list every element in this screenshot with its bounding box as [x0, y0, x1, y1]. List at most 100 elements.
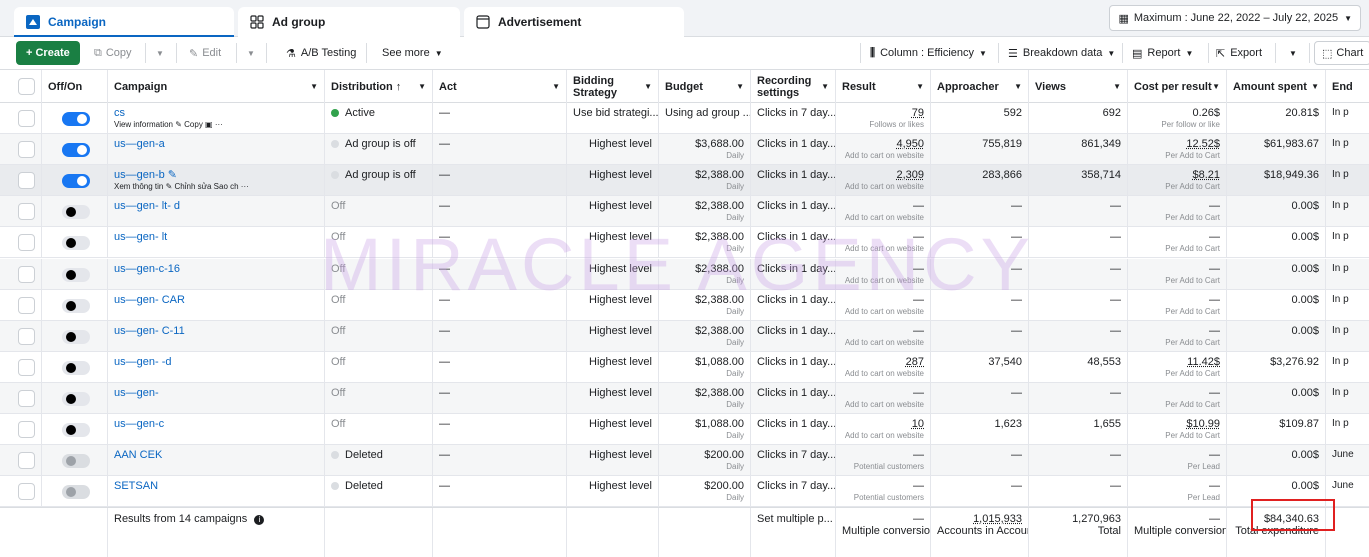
campaign-name-link[interactable]: us—gen-b ✎: [114, 168, 318, 182]
column-button[interactable]: ⫼ Column : Efficiency ▼: [870, 41, 987, 65]
budget-value[interactable]: $200.00: [665, 448, 744, 462]
copy-button[interactable]: ⧉ Copy: [94, 41, 132, 65]
on-off-toggle[interactable]: [62, 361, 90, 375]
budget-value[interactable]: $1,088.00: [665, 417, 744, 431]
row-checkbox[interactable]: [18, 141, 35, 158]
header-bidding[interactable]: Bidding Strategy ▼: [567, 70, 659, 104]
table-row[interactable]: us—gen- lt Off — Highest level $2,388.00 Dail…: [0, 227, 1369, 258]
on-off-toggle[interactable]: [62, 236, 90, 250]
header-views[interactable]: Views ▼: [1029, 70, 1128, 104]
on-off-toggle[interactable]: [62, 143, 90, 157]
row-checkbox[interactable]: [18, 421, 35, 438]
table-row[interactable]: us—gen-a Ad group is off — Highest level $3,…: [0, 134, 1369, 165]
table-row[interactable]: SETSAN Deleted — Highest level $200.00 Daily C…: [0, 476, 1369, 507]
report-button[interactable]: ▤ Report ▼: [1132, 41, 1193, 65]
copy-dropdown-icon[interactable]: ▼: [156, 41, 164, 65]
campaign-name-link[interactable]: us—gen- CAR: [114, 293, 318, 307]
on-off-toggle[interactable]: [62, 392, 90, 406]
row-checkbox[interactable]: [18, 328, 35, 345]
budget-value[interactable]: $2,388.00: [665, 386, 744, 400]
row-checkbox[interactable]: [18, 203, 35, 220]
row-checkbox[interactable]: [18, 234, 35, 251]
breakdown-button[interactable]: ☰ Breakdown data ▼: [1008, 41, 1115, 65]
row-checkbox[interactable]: [18, 297, 35, 314]
budget-value[interactable]: $2,388.00: [665, 199, 744, 213]
on-off-toggle[interactable]: [62, 299, 90, 313]
header-campaign[interactable]: Campaign ▼: [108, 70, 325, 104]
campaign-name-link[interactable]: us—gen-c-16: [114, 262, 318, 276]
header-select-all[interactable]: [0, 70, 42, 104]
on-off-toggle[interactable]: [62, 454, 90, 468]
budget-value[interactable]: $200.00: [665, 479, 744, 493]
header-end[interactable]: End: [1326, 70, 1369, 104]
campaign-name-link[interactable]: us—gen-: [114, 386, 318, 400]
budget-value[interactable]: $2,388.00: [665, 262, 744, 276]
campaign-name-link[interactable]: us—gen- lt: [114, 230, 318, 244]
campaign-name-link[interactable]: cs: [114, 106, 318, 120]
header-recording[interactable]: Recording settings ▼: [751, 70, 836, 104]
tab-advertisement[interactable]: Advertisement: [464, 7, 684, 37]
header-distribution[interactable]: Distribution ↑ ▼: [325, 70, 433, 104]
campaign-name-link[interactable]: us—gen- -d: [114, 355, 318, 369]
date-range-picker[interactable]: ▦ Maximum : June 22, 2022 – July 22, 202…: [1109, 5, 1361, 31]
table-row[interactable]: us—gen- Off — Highest level $2,388.00 Daily Cl…: [0, 383, 1369, 414]
ab-testing-button[interactable]: ⚗ A/B Testing: [286, 41, 356, 65]
row-actions[interactable]: View information ✎ Copy ▣ ···: [114, 120, 318, 130]
budget-value[interactable]: $2,388.00: [665, 168, 744, 182]
campaign-name-link[interactable]: us—gen- C-11: [114, 324, 318, 338]
on-off-toggle[interactable]: [62, 423, 90, 437]
header-approacher[interactable]: Approacher ▼: [931, 70, 1029, 104]
table-row[interactable]: us—gen-c-16 Off — Highest level $2,388.00 Dai…: [0, 259, 1369, 290]
on-off-toggle[interactable]: [62, 485, 90, 499]
see-more-button[interactable]: See more ▼: [382, 41, 443, 65]
header-act[interactable]: Act ▼: [433, 70, 567, 104]
table-row[interactable]: us—gen- C-11 Off — Highest level $2,388.00 Da…: [0, 321, 1369, 352]
header-budget[interactable]: Budget ▼: [659, 70, 751, 104]
edit-button[interactable]: ✎ Edit: [189, 41, 221, 65]
header-cost-per-result[interactable]: Cost per result ▼: [1128, 70, 1227, 104]
campaign-name-link[interactable]: us—gen- lt- d: [114, 199, 318, 213]
budget-value[interactable]: $3,688.00: [665, 137, 744, 151]
campaign-name-link[interactable]: us—gen-c: [114, 417, 318, 431]
create-button[interactable]: + Create: [16, 41, 80, 65]
on-off-toggle[interactable]: [62, 330, 90, 344]
chart-button[interactable]: ⬚ Chart: [1314, 41, 1369, 65]
budget-value[interactable]: $2,388.00: [665, 324, 744, 338]
on-off-toggle[interactable]: [62, 205, 90, 219]
table-row[interactable]: us—gen- CAR Off — Highest level $2,388.00 Dai…: [0, 290, 1369, 321]
table-row[interactable]: us—gen- lt- d Off — Highest level $2,388.00 D…: [0, 196, 1369, 227]
table-row[interactable]: us—gen-b ✎ Xem thông tin ✎ Chỉnh sửa Sao …: [0, 165, 1369, 196]
tab-ad-group[interactable]: Ad group: [238, 7, 460, 37]
table-row[interactable]: AAN CEK Deleted — Highest level $200.00 Daily…: [0, 445, 1369, 476]
row-checkbox[interactable]: [18, 452, 35, 469]
row-checkbox[interactable]: [18, 266, 35, 283]
on-off-toggle[interactable]: [62, 112, 90, 126]
row-checkbox[interactable]: [18, 172, 35, 189]
budget-value[interactable]: $2,388.00: [665, 230, 744, 244]
on-off-toggle[interactable]: [62, 268, 90, 282]
campaign-name-link[interactable]: SETSAN: [114, 479, 318, 493]
row-checkbox[interactable]: [18, 110, 35, 127]
header-result[interactable]: Result ▼: [836, 70, 931, 104]
row-checkbox[interactable]: [18, 359, 35, 376]
budget-value[interactable]: $2,388.00: [665, 293, 744, 307]
row-checkbox[interactable]: [18, 483, 35, 500]
on-off-toggle[interactable]: [62, 174, 90, 188]
tab-campaign[interactable]: Campaign: [14, 7, 234, 37]
budget-value[interactable]: $1,088.00: [665, 355, 744, 369]
header-amount-spent[interactable]: Amount spent ▼: [1227, 70, 1326, 104]
row-checkbox[interactable]: [18, 390, 35, 407]
edit-dropdown-icon[interactable]: ▼: [247, 41, 255, 65]
campaign-name-link[interactable]: us—gen-a: [114, 137, 318, 151]
table-row[interactable]: us—gen-c Off — Highest level $1,088.00 Daily C…: [0, 414, 1369, 445]
row-actions[interactable]: Xem thông tin ✎ Chỉnh sửa Sao ch ···: [114, 182, 318, 192]
select-all-checkbox[interactable]: [18, 78, 35, 95]
info-icon[interactable]: i: [254, 515, 264, 525]
budget-value[interactable]: Using ad group ...: [665, 106, 744, 120]
campaign-name-link[interactable]: AAN CEK: [114, 448, 318, 462]
export-dropdown-icon[interactable]: ▼: [1289, 41, 1297, 65]
table-row[interactable]: us—gen- -d Off — Highest level $1,088.00 Dail…: [0, 352, 1369, 383]
header-offon[interactable]: Off/On: [42, 70, 108, 104]
table-row[interactable]: cs View information ✎ Copy ▣ ··· Active — Us…: [0, 103, 1369, 134]
export-button[interactable]: ⇱ Export: [1216, 41, 1262, 65]
